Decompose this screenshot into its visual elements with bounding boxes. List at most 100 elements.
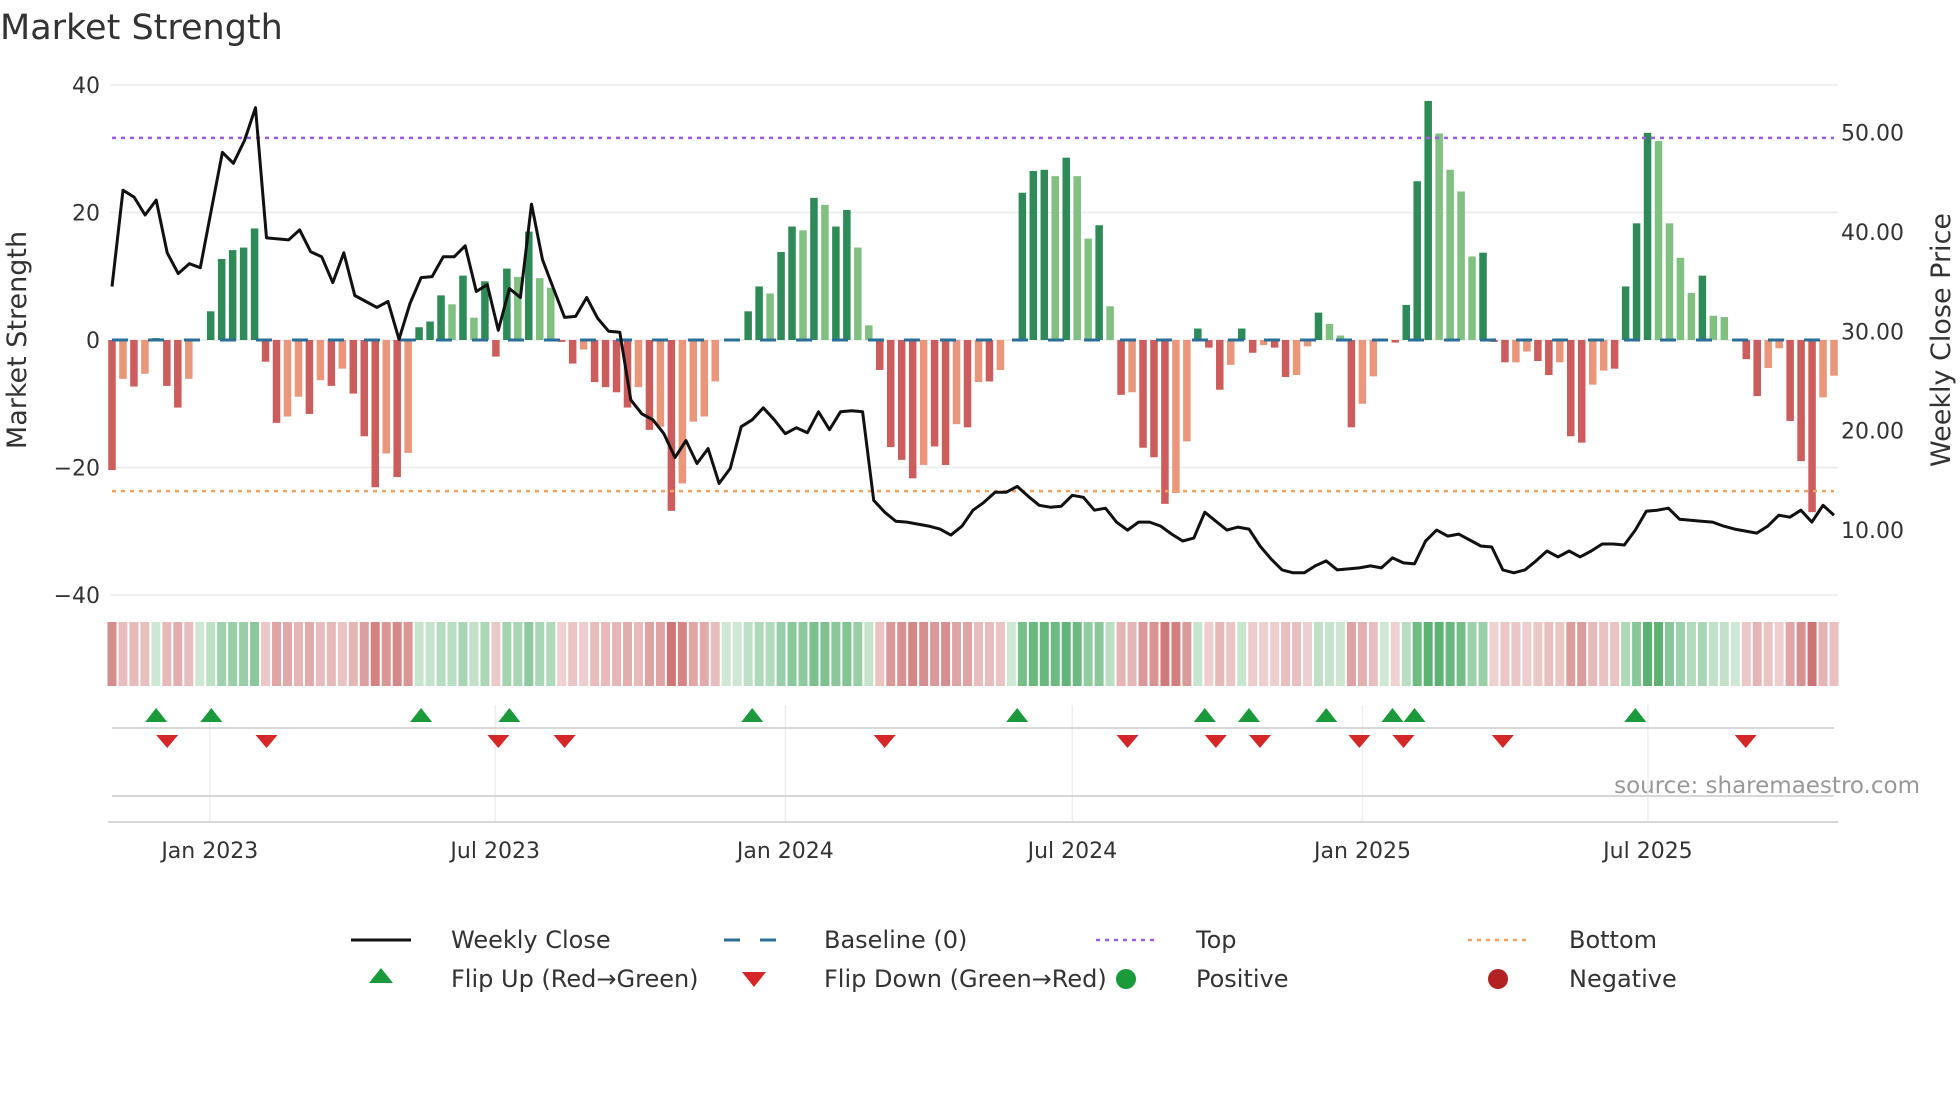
heat-cell — [1346, 622, 1356, 686]
strength-bar — [415, 327, 423, 340]
strength-bar — [1216, 340, 1224, 390]
strength-bar — [886, 340, 895, 448]
strength-bar — [1610, 340, 1619, 369]
strength-bar — [788, 226, 796, 340]
heat-cell — [1774, 622, 1784, 686]
strength-bar — [360, 340, 369, 437]
heat-cell — [568, 622, 578, 686]
heat-cell — [261, 622, 271, 686]
heat-cell — [535, 622, 545, 686]
strength-bar — [294, 340, 303, 397]
axis-ticks: 40 20 0 −20 −40 50.00 40.00 30.00 20.00 10.00 Jan … — [54, 74, 1904, 864]
heat-cell — [1489, 622, 1499, 686]
heat-cell — [1193, 622, 1203, 686]
heat-cell — [1654, 622, 1663, 686]
strength-bar — [755, 286, 763, 340]
strength-bar — [1819, 340, 1827, 398]
strength-bar — [1391, 340, 1400, 343]
heat-cell — [447, 622, 457, 686]
strength-bar — [174, 340, 182, 408]
strength-bar — [985, 340, 994, 382]
y2-tick-label: 40.00 — [1841, 221, 1904, 246]
y-tick-label: 20 — [72, 202, 100, 227]
x-tick-label: Jul 2025 — [1601, 839, 1693, 864]
heat-cell — [1215, 622, 1225, 686]
strength-bar — [1402, 304, 1410, 340]
heat-cell — [283, 622, 292, 686]
strength-bar — [1742, 340, 1751, 360]
heat-cell — [1621, 622, 1631, 686]
heat-cell — [1533, 622, 1543, 686]
heat-cell — [491, 622, 501, 686]
flip-down-marker — [255, 735, 278, 748]
y2-tick-label: 30.00 — [1841, 320, 1904, 345]
y-tick-label: −40 — [54, 584, 100, 609]
heat-cell — [1006, 622, 1016, 686]
heat-cell — [623, 622, 632, 686]
heat-cell — [579, 622, 589, 686]
strength-bar — [996, 340, 1005, 370]
strength-bar — [1457, 191, 1465, 340]
heat-cell — [1401, 622, 1411, 686]
strength-bar — [612, 340, 621, 393]
strength-bar — [1643, 132, 1652, 340]
strength-bar — [141, 340, 149, 374]
heat-cell — [875, 622, 885, 686]
strength-bar — [865, 325, 873, 340]
strength-bar — [777, 252, 785, 340]
heat-cell — [1050, 622, 1060, 686]
strength-bar — [1797, 340, 1805, 462]
heat-cell — [1577, 622, 1587, 686]
heat-cell — [381, 622, 391, 686]
heat-cell — [677, 622, 687, 686]
heat-cell — [1686, 622, 1696, 686]
strength-bar — [1764, 340, 1772, 369]
heat-cell — [1500, 622, 1510, 686]
y2-tick-label: 20.00 — [1841, 420, 1904, 445]
heat-cell — [1149, 622, 1159, 686]
heat-cell — [941, 622, 951, 686]
flip-up-marker — [741, 708, 764, 722]
flip-up-marker — [1237, 708, 1260, 722]
y2-axis-label: Weekly Close Price — [1926, 213, 1957, 467]
heat-cell — [842, 622, 852, 686]
strength-bar — [1687, 292, 1696, 340]
legend-label: Top — [1195, 926, 1237, 954]
strength-bar — [536, 278, 544, 340]
strength-bar — [108, 340, 116, 471]
heat-cell — [1237, 622, 1247, 686]
heat-cell — [633, 622, 643, 686]
heat-cell — [458, 622, 468, 686]
heat-cell — [173, 622, 183, 686]
strength-bar — [163, 340, 171, 386]
strength-bar — [1435, 133, 1443, 340]
heat-cell — [699, 622, 709, 686]
heat-cell — [348, 622, 358, 686]
heat-cell — [129, 622, 139, 686]
strength-bar — [1183, 340, 1191, 442]
heat-cell — [1390, 622, 1400, 686]
flip-up-marker — [145, 708, 168, 722]
heat-cell — [239, 622, 249, 686]
heat-cell — [732, 622, 742, 686]
heat-cell — [304, 622, 314, 686]
strength-bar — [634, 340, 643, 388]
heat-cell — [1741, 622, 1751, 686]
heat-cell — [1632, 622, 1642, 686]
source-annotation: source: sharemaestro.com — [1614, 773, 1920, 799]
flip-down-marker — [1348, 735, 1371, 748]
heat-cell — [1281, 622, 1291, 686]
legend-label: Weekly Close — [451, 926, 611, 954]
strength-bar — [1029, 171, 1038, 340]
strength-bar — [272, 340, 281, 423]
strength-bar — [1676, 257, 1685, 340]
legend-label: Flip Down (Green→Red) — [824, 965, 1107, 993]
heat-cell — [688, 622, 698, 686]
heat-cell — [546, 622, 556, 686]
heat-cell — [787, 622, 797, 686]
strength-bar — [1248, 340, 1257, 353]
heat-cell — [1160, 622, 1170, 686]
flip-up-marker — [1624, 708, 1647, 722]
chart-title: Market Strength — [0, 8, 283, 48]
heat-cell — [1796, 622, 1806, 686]
